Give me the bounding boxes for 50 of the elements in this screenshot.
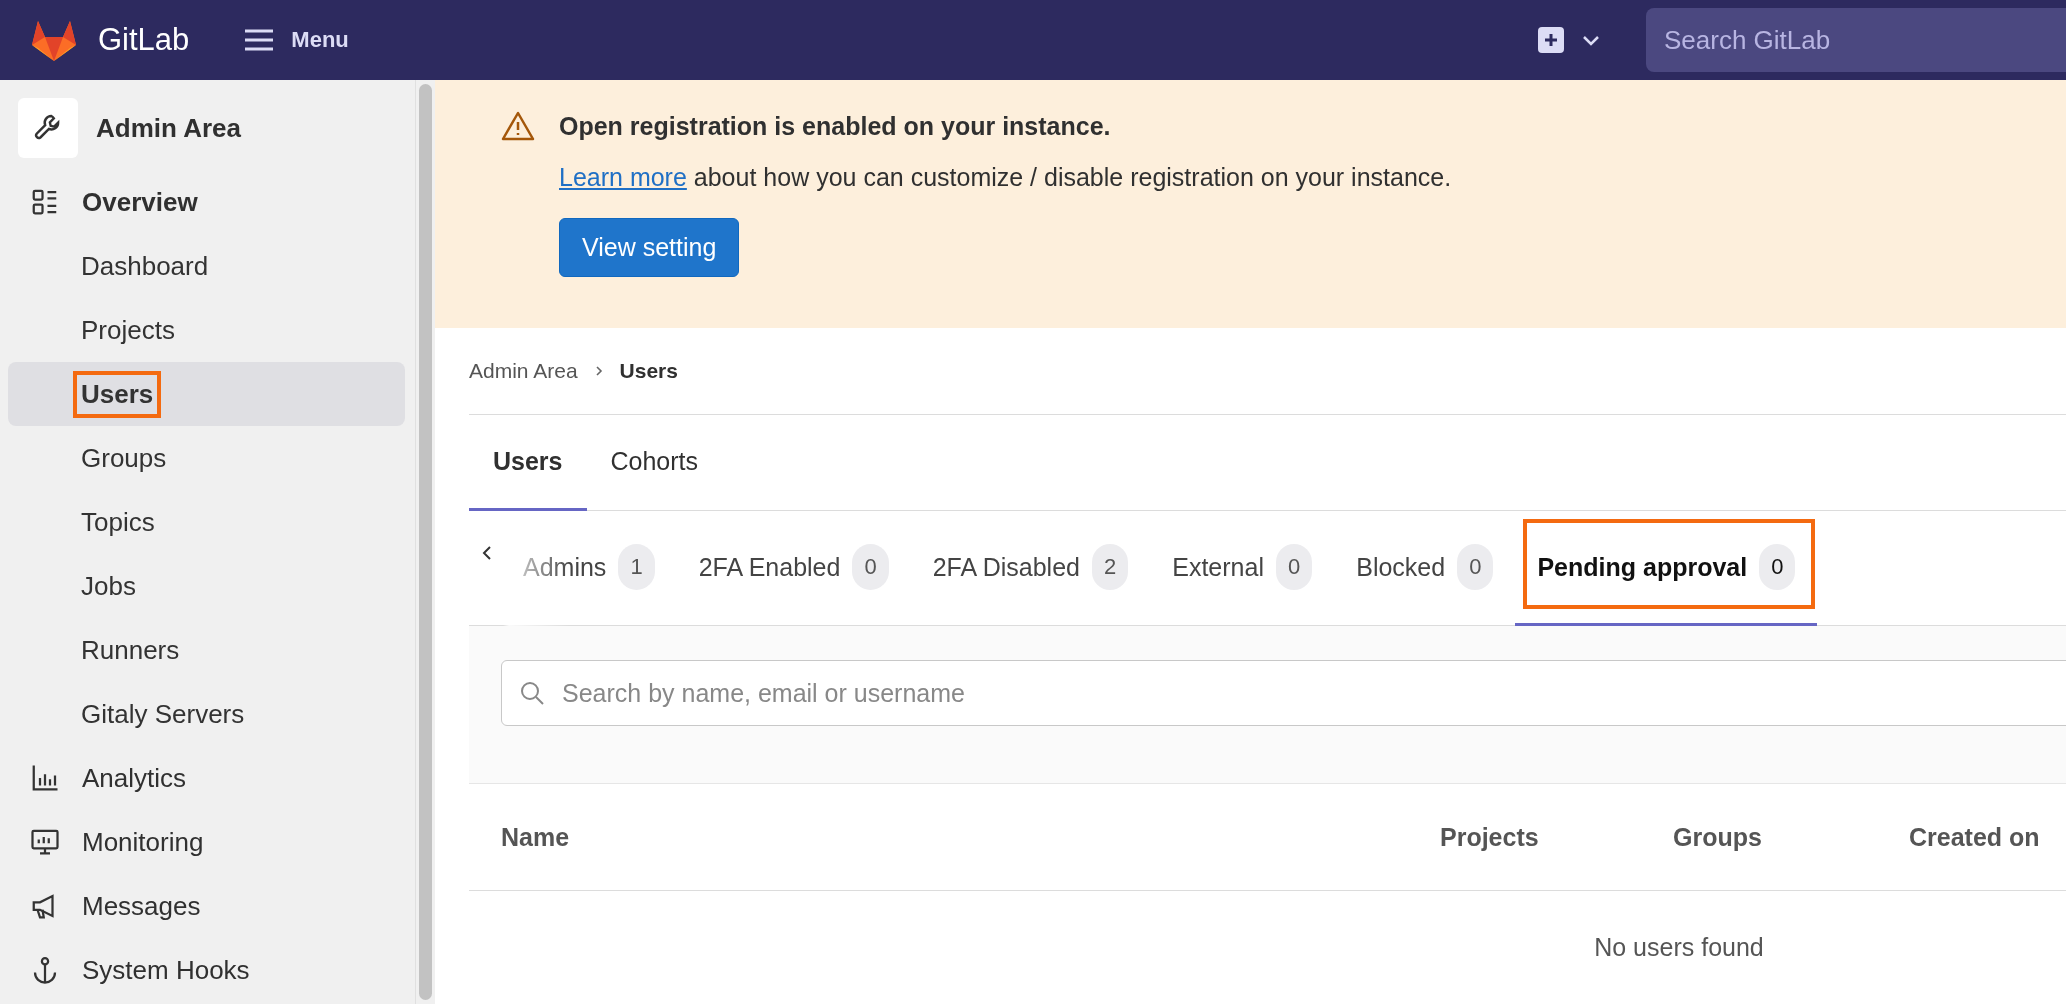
search-field[interactable]: Search GitLab (1646, 8, 2066, 72)
view-setting-button[interactable]: View setting (559, 218, 740, 277)
filter-tab[interactable]: Admins 1 (501, 511, 677, 626)
tab[interactable]: Cohorts (586, 415, 723, 511)
sidebar-item[interactable]: Runners (8, 618, 405, 682)
sidebar-section[interactable]: System Hooks (8, 938, 405, 1002)
plus-icon[interactable] (1538, 27, 1564, 53)
sidebar-section[interactable]: Overview (8, 170, 405, 234)
scrollbar[interactable] (419, 84, 432, 1000)
sidebar-item[interactable]: Topics (8, 490, 405, 554)
menu-button[interactable]: Menu (239, 21, 353, 59)
breadcrumb-item[interactable]: Users (619, 359, 678, 383)
filter-tab[interactable]: 2FA Enabled 0 (676, 511, 911, 626)
filter-tab[interactable]: Blocked 0 (1334, 511, 1516, 626)
sidebar-title: Admin Area (96, 112, 241, 144)
wrench-icon (18, 98, 78, 158)
brand-name[interactable]: GitLab (98, 22, 190, 58)
learn-more-link[interactable]: Learn more (559, 163, 687, 191)
sidebar-item[interactable]: Jobs (8, 554, 405, 618)
sidebar-item[interactable]: Projects (8, 298, 405, 362)
count-badge: 0 (1759, 544, 1796, 590)
column-header: Groups (1673, 822, 1763, 852)
filter-tab[interactable]: External 0 (1150, 511, 1335, 626)
empty-message: No users found (1594, 933, 1764, 961)
search-icon (519, 680, 545, 706)
monitor-icon (30, 827, 60, 857)
filter-tab[interactable]: 2FA Disabled 2 (910, 511, 1151, 626)
sidebar-section[interactable]: Monitoring (8, 810, 405, 874)
alert-message: Learn more about how you can customize / disable registration on your instance. (559, 163, 1452, 192)
count-badge: 0 (1457, 544, 1494, 590)
column-header: Name (501, 822, 571, 852)
count-badge: 1 (618, 544, 655, 590)
count-badge: 0 (1275, 544, 1313, 590)
warning-icon (501, 110, 535, 142)
sidebar-item[interactable]: Gitaly Servers (8, 682, 405, 746)
column-header: Projects (1440, 822, 1540, 852)
alert-title: Open registration is enabled on your instance. (559, 112, 1112, 141)
count-badge: 2 (1092, 544, 1129, 590)
menu-icon[interactable] (243, 28, 276, 52)
tab[interactable]: Users (469, 415, 587, 511)
sidebar-section[interactable]: Messages (8, 874, 405, 938)
sidebar-item[interactable]: Groups (8, 426, 405, 490)
sidebar-section[interactable]: Analytics (8, 746, 405, 810)
chart-icon (30, 763, 60, 793)
sidebar-item[interactable]: Users (8, 362, 405, 426)
breadcrumb-item[interactable]: Admin Area (469, 359, 578, 383)
user-search-field[interactable]: Search by name, email or username (501, 660, 2066, 726)
count-badge: 0 (852, 544, 889, 590)
sidebar-item[interactable]: Dashboard (8, 234, 405, 298)
column-header: Created on (1909, 822, 2041, 852)
